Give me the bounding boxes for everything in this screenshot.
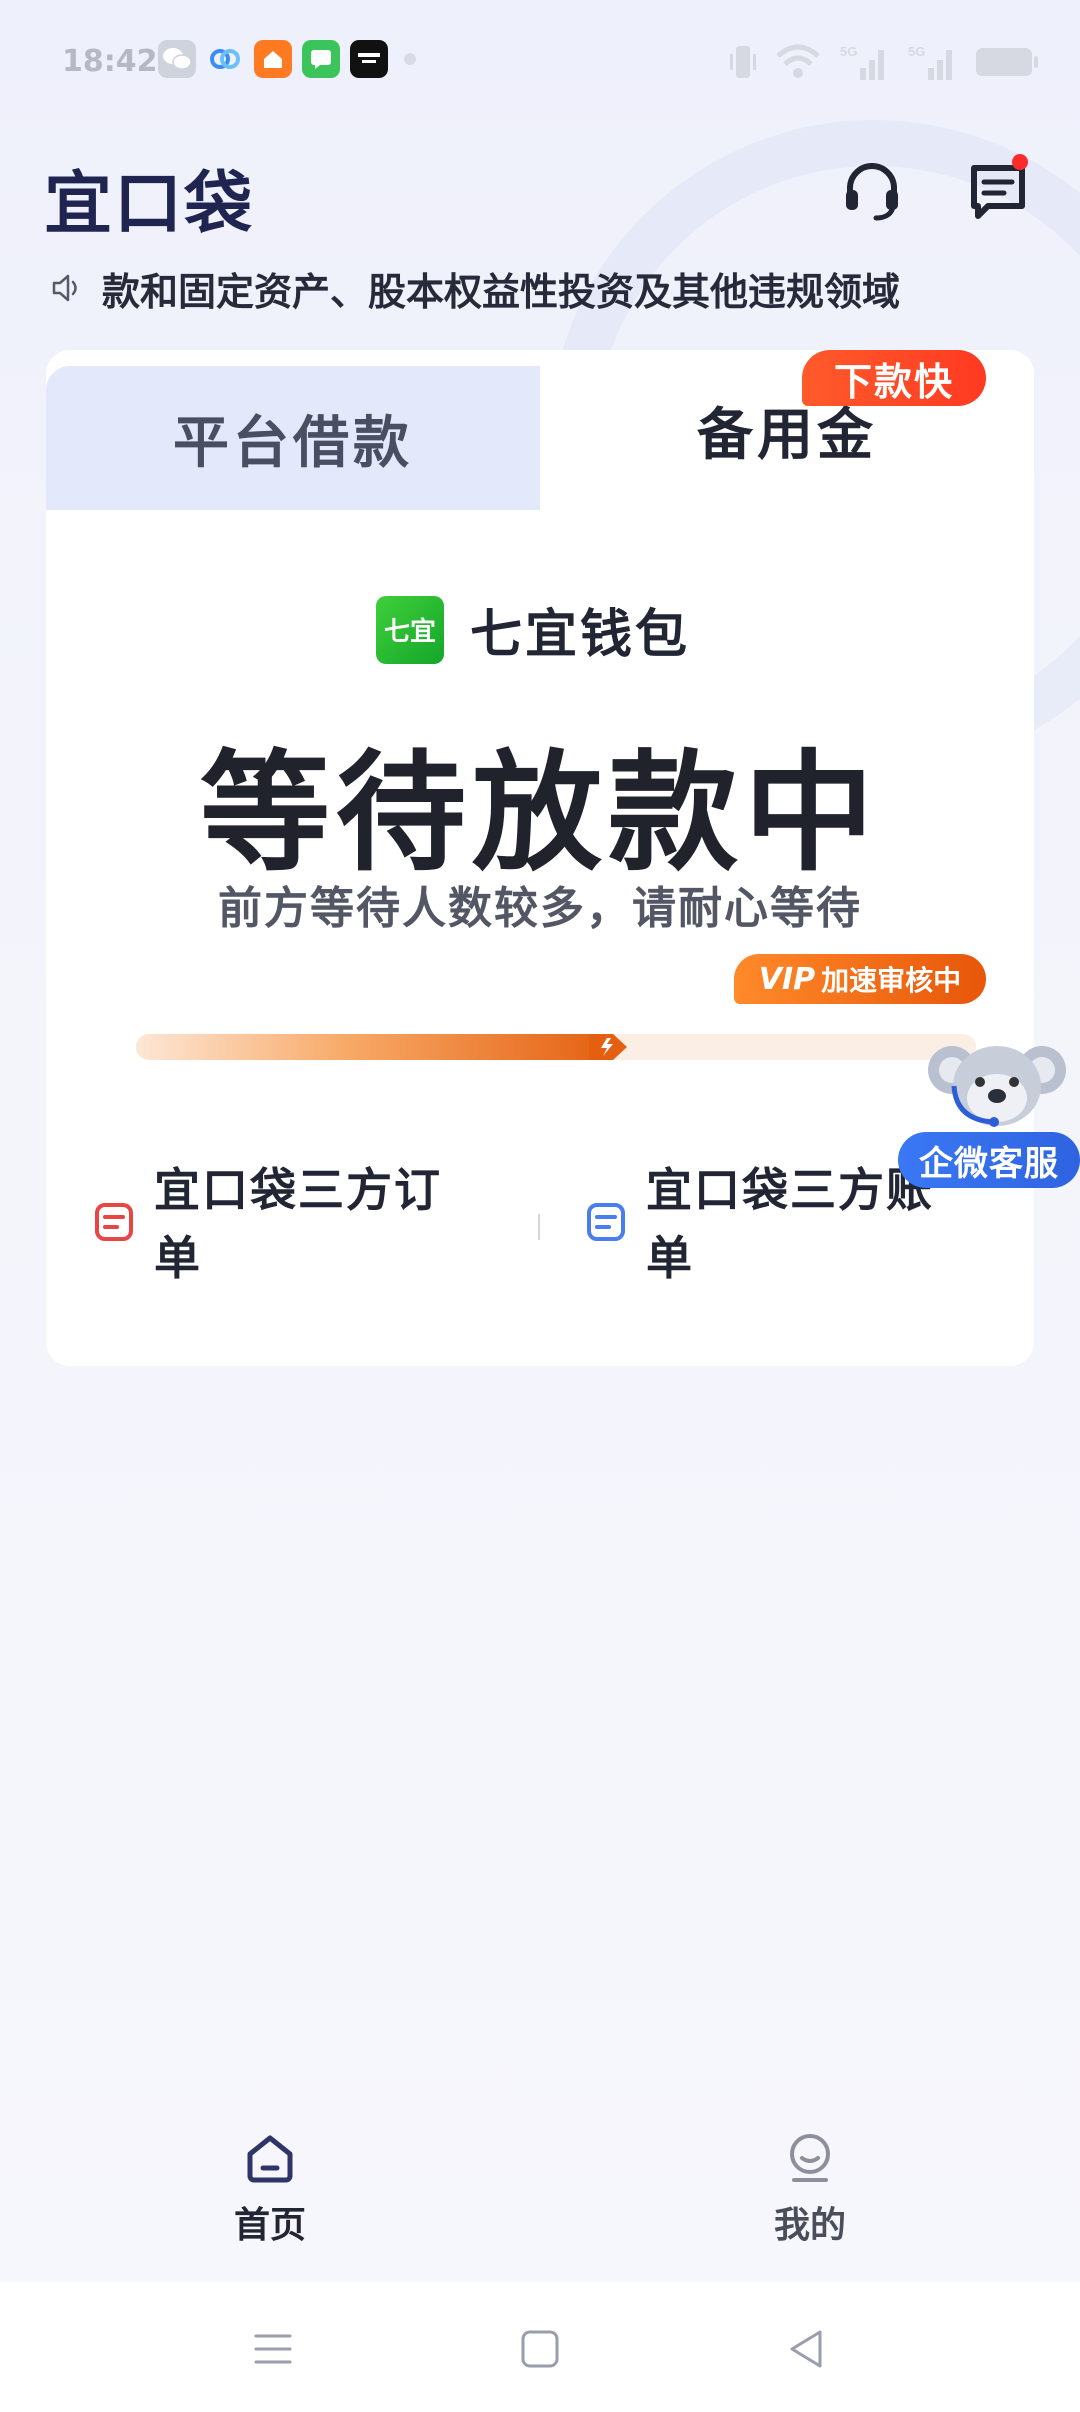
profile-icon [790, 2134, 830, 2182]
koala-mascot-icon [928, 1046, 1066, 1127]
speaker-icon [52, 274, 77, 302]
app-screen: 18:42 5G 5G 宜口袋 款和固定资产、股本权益性投资及其他违规领域 平台… [0, 0, 1080, 2412]
tab-platform-loan[interactable]: 平台借款 [46, 366, 540, 510]
wifi-icon [776, 44, 820, 78]
rocket-arrow-icon [589, 1034, 627, 1060]
home-square-icon[interactable] [515, 2324, 565, 2374]
signal-icon-1: 5G [840, 44, 884, 80]
nav-mine[interactable]: 我的 [710, 2130, 910, 2248]
messages-button[interactable] [966, 154, 1030, 222]
svg-text:5G: 5G [908, 44, 925, 59]
status-title: 等待放款中 [199, 737, 880, 889]
order-doc-icon [95, 1203, 133, 1241]
signal-icon-2: 5G [908, 44, 952, 80]
message-app-icon [302, 40, 340, 78]
vibrate-icon [730, 46, 756, 78]
wallet-logo: 七宜 [376, 595, 444, 664]
order-links: 宜口袋三方订单 宜口袋三方账单 [46, 1156, 1034, 1306]
third-party-orders-link[interactable]: 宜口袋三方订单 [94, 1156, 464, 1292]
status-time: 18:42 [62, 44, 158, 79]
wallet-name: 七宜钱包 [470, 605, 691, 665]
wallet-logo-text: 七宜 [383, 617, 436, 647]
vip-accelerated-badge: VIP 加速审核中 [734, 954, 986, 1004]
home-icon [247, 2135, 293, 2183]
wecom-support-float-button[interactable]: 企微客服 [898, 1040, 1080, 1190]
customer-support-button[interactable] [840, 158, 904, 222]
loan-status-card: 平台借款 备用金 下款快 七宜 七宜钱包 等待放款中 前方等待人数较多，请耐心等… [46, 350, 1034, 1366]
back-triangle-icon[interactable] [782, 2324, 832, 2374]
status-subtitle: 前方等待人数较多，请耐心等待 [218, 883, 862, 934]
notice-text: 款和固定资产、股本权益性投资及其他违规领域 [102, 269, 901, 314]
status-indicators: 5G 5G [728, 42, 1040, 82]
links-divider [538, 1214, 540, 1240]
cloud-app-icon [206, 40, 244, 78]
vip-text: 加速审核中 [821, 964, 962, 997]
orders-link-label: 宜口袋三方订单 [154, 1163, 442, 1285]
status-app-icons [158, 40, 416, 78]
status-bar: 18:42 5G 5G [0, 0, 1080, 128]
app-brand-logo: 宜口袋 [44, 165, 255, 244]
progress-fill [136, 1034, 615, 1060]
wallet-provider: 七宜 七宜钱包 [376, 592, 690, 667]
wecom-support-label: 企微客服 [898, 1132, 1080, 1188]
moji-weather-icon [350, 40, 388, 78]
bottom-navigation: 首页 我的 [0, 2100, 1080, 2280]
battery-icon [976, 48, 1038, 76]
wechat-icon [158, 40, 196, 78]
headset-icon [846, 163, 898, 221]
system-navigation-bar [0, 2282, 1080, 2412]
nav-home[interactable]: 首页 [170, 2130, 370, 2248]
nav-home-label: 首页 [233, 2205, 306, 2246]
recent-apps-icon[interactable] [248, 2324, 298, 2374]
notice-marquee: 款和固定资产、股本权益性投资及其他违规领域 [50, 258, 1040, 318]
review-progress-bar [136, 1030, 976, 1064]
notification-dot-icon [404, 53, 416, 65]
fast-disbursement-badge: 下款快 [802, 350, 986, 406]
nav-mine-label: 我的 [773, 2205, 846, 2246]
unread-dot-icon [1012, 154, 1028, 170]
vip-tag: VIP [758, 961, 816, 997]
home-app-icon [254, 40, 292, 78]
bill-doc-icon [587, 1203, 625, 1241]
svg-text:5G: 5G [840, 44, 857, 59]
